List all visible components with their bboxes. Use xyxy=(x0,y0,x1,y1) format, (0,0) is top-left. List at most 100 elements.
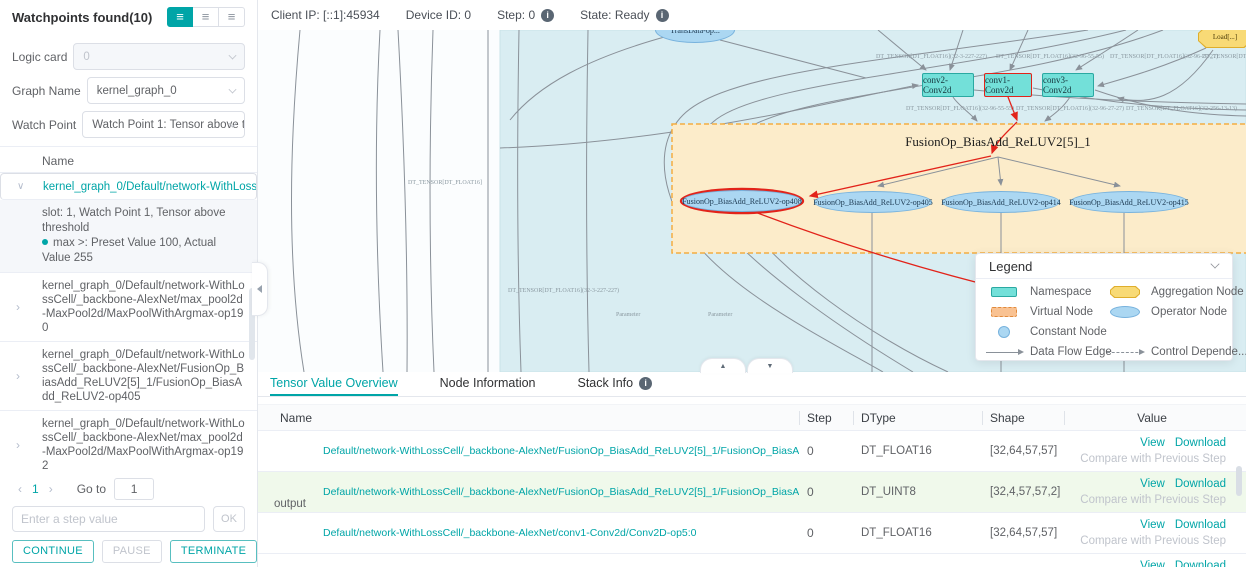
download-link[interactable]: Download xyxy=(1175,560,1226,567)
namespace-node-conv1[interactable]: conv1-Conv2d xyxy=(984,73,1032,97)
watchpoint-list: kernel_graph_0/Default/network-WithLossC… xyxy=(0,173,257,475)
tab-stack-info[interactable]: Stack Info i xyxy=(578,372,653,396)
graph-canvas[interactable]: TransData-op... Load[...] conv2-Conv2d c… xyxy=(258,30,1246,372)
operator-node-op408[interactable]: FusionOp_BiasAdd_ReLUV2-op408 xyxy=(682,190,802,212)
watchpoint-item[interactable]: kernel_graph_0/Default/network-WithLossC… xyxy=(0,273,257,342)
edge-label: DT_TENSOR[DT_FLOAT16](32-3-227-227) xyxy=(508,288,619,294)
namespace-swatch xyxy=(991,287,1017,297)
download-link[interactable]: Download xyxy=(1175,478,1226,490)
filter-fields: Logic card 0 Graph Name kernel_graph_0 W… xyxy=(0,34,257,147)
view-link[interactable]: View xyxy=(1140,437,1165,449)
tab-node-information[interactable]: Node Information xyxy=(440,372,536,396)
logic-card-select[interactable]: 0 xyxy=(73,43,245,70)
tensor-name-link[interactable]: Default/network-WithLossCell/_backbone-A… xyxy=(270,486,799,498)
terminate-button[interactable]: TERMINATE xyxy=(170,540,257,563)
virtual-namespace-title[interactable]: FusionOp_BiasAdd_ReLUV2[5]_1 xyxy=(898,134,1098,150)
legend-header[interactable]: Legend xyxy=(976,254,1232,279)
table-row-highlighted: Default/network-WithLossCell/_backbone-A… xyxy=(258,472,1246,513)
info-icon[interactable]: i xyxy=(541,9,554,22)
tensor-panel: Tensor Value Overview Node Information S… xyxy=(258,372,1246,567)
client-ip: Client IP: [::1]:45934 xyxy=(271,8,380,22)
control-dependency-edge-swatch xyxy=(1107,352,1143,353)
info-icon[interactable]: i xyxy=(639,377,652,390)
watchpoint-item-selected[interactable]: kernel_graph_0/Default/network-WithLossC… xyxy=(0,173,257,200)
table-view-button[interactable] xyxy=(219,7,245,27)
chevron-down-icon xyxy=(229,86,237,94)
tensor-table: Name Step DType Shape Value Default/netw… xyxy=(258,404,1246,567)
namespace-node-conv3[interactable]: conv3-Conv2d xyxy=(1042,73,1094,97)
watch-point-select[interactable]: Watch Point 1: Tensor above threshold xyxy=(82,111,245,138)
sidebar-collapse-handle[interactable] xyxy=(252,262,268,316)
collapse-left-icon xyxy=(257,285,262,293)
edge-label: DT_TENSOR[DT_FLOAT16] xyxy=(408,180,482,186)
edge-label: DT_TENSOR[DT_FLOAT16](32-96-55-55) xyxy=(996,54,1104,60)
edge-label: DT_TENSOR[DT_FLOAT16](32-96-55-55) xyxy=(906,106,1014,112)
edge-label: DT_TENSOR[DT_FLOAT16](32-3-227-227) xyxy=(876,54,987,60)
tree-view-button[interactable] xyxy=(193,7,219,27)
edge-label: Parameter xyxy=(616,312,640,318)
ok-button[interactable]: OK xyxy=(213,506,245,532)
step-value-input[interactable] xyxy=(12,506,205,532)
panel-collapse-down-button[interactable]: ▼ xyxy=(747,358,793,373)
next-page-button[interactable]: › xyxy=(43,482,59,496)
debugger-app: Watchpoints found(10) Logic card 0 Graph… xyxy=(0,0,1246,567)
chevron-right-icon[interactable] xyxy=(16,438,20,454)
edge-label: Parameter xyxy=(708,312,732,318)
edge-label: DT_TENSOR[DT_FLOAT16](32-256-13-13) xyxy=(1126,106,1237,112)
pagination: ‹ 1 › Go to xyxy=(0,475,257,503)
table-row-partial: ViewDownload Compare with Previous Step xyxy=(258,554,1246,567)
compare-previous-step: Compare with Previous Step xyxy=(1080,535,1226,547)
chevron-down-icon[interactable] xyxy=(17,180,24,194)
watchpoints-title: Watchpoints found(10) xyxy=(12,10,152,25)
aggregation-node-swatch xyxy=(1110,286,1140,298)
table-scrollbar[interactable] xyxy=(1236,466,1242,496)
watchpoint-list-header: Name xyxy=(0,147,257,173)
watchpoint-item[interactable]: kernel_graph_0/Default/network-WithLossC… xyxy=(0,411,257,475)
virtual-node-swatch xyxy=(991,307,1017,317)
operator-node-op414[interactable]: FusionOp_BiasAdd_ReLUV2-op414 xyxy=(942,191,1060,213)
info-icon[interactable]: i xyxy=(656,9,669,22)
download-link[interactable]: Download xyxy=(1175,437,1226,449)
pause-button[interactable]: PAUSE xyxy=(102,540,162,563)
continue-button[interactable]: CONTINUE xyxy=(12,540,94,563)
watch-point-label: Watch Point xyxy=(12,118,76,132)
chevron-down-icon xyxy=(229,52,237,60)
step-indicator: Step: 0 i xyxy=(497,8,554,22)
graph-name-label: Graph Name xyxy=(12,84,81,98)
namespace-node-conv2[interactable]: conv2-Conv2d xyxy=(922,73,974,97)
tensor-name-link[interactable]: Default/network-WithLossCell/_backbone-A… xyxy=(270,527,799,539)
session-topbar: Client IP: [::1]:45934 Device ID: 0 Step… xyxy=(258,0,1246,30)
current-page[interactable]: 1 xyxy=(28,482,43,496)
tab-tensor-value-overview[interactable]: Tensor Value Overview xyxy=(270,372,398,396)
chevron-down-icon xyxy=(1210,259,1219,268)
view-link[interactable]: View xyxy=(1140,560,1165,567)
tensor-name-link[interactable]: Default/network-WithLossCell/_backbone-A… xyxy=(270,445,799,457)
operator-node-op405[interactable]: FusionOp_BiasAdd_ReLUV2-op405 xyxy=(814,191,932,213)
logic-card-label: Logic card xyxy=(12,50,67,64)
panel-expand-up-button[interactable]: ▲ xyxy=(700,358,746,373)
main-area: Client IP: [::1]:45934 Device ID: 0 Step… xyxy=(258,0,1246,567)
table-row: Default/network-WithLossCell/_backbone-A… xyxy=(258,431,1246,472)
group-label-output: output xyxy=(274,498,306,510)
view-link[interactable]: View xyxy=(1140,519,1165,531)
view-toggle-group xyxy=(167,7,245,27)
edge-label: DT_TENSOR[DT_FLOAT16](32-256-13-13) xyxy=(1202,54,1246,60)
watchpoints-sidebar: Watchpoints found(10) Logic card 0 Graph… xyxy=(0,0,258,567)
chevron-right-icon[interactable] xyxy=(16,369,20,385)
sidebar-header: Watchpoints found(10) xyxy=(0,0,257,34)
prev-page-button[interactable]: ‹ xyxy=(12,482,28,496)
download-link[interactable]: Download xyxy=(1175,519,1226,531)
goto-page-input[interactable] xyxy=(114,478,154,500)
watchpoint-slot-detail[interactable]: slot: 1, Watch Point 1, Tensor above thr… xyxy=(0,200,257,273)
hit-dot-icon xyxy=(42,239,48,245)
aggregation-node-load[interactable]: Load[...] xyxy=(1198,30,1246,48)
view-link[interactable]: View xyxy=(1140,478,1165,490)
watchpoint-item[interactable]: kernel_graph_0/Default/network-WithLossC… xyxy=(0,342,257,411)
graph-name-select[interactable]: kernel_graph_0 xyxy=(87,77,245,104)
edge-label: DT_TENSOR[DT_FLOAT16](32-96-27-27) xyxy=(1016,106,1124,112)
chevron-right-icon[interactable] xyxy=(16,300,20,316)
list-view-button[interactable] xyxy=(167,7,193,27)
operator-node-op415[interactable]: FusionOp_BiasAdd_ReLUV2-op415 xyxy=(1070,191,1188,213)
state-indicator: State: Ready i xyxy=(580,8,668,22)
step-control: OK xyxy=(0,503,257,535)
